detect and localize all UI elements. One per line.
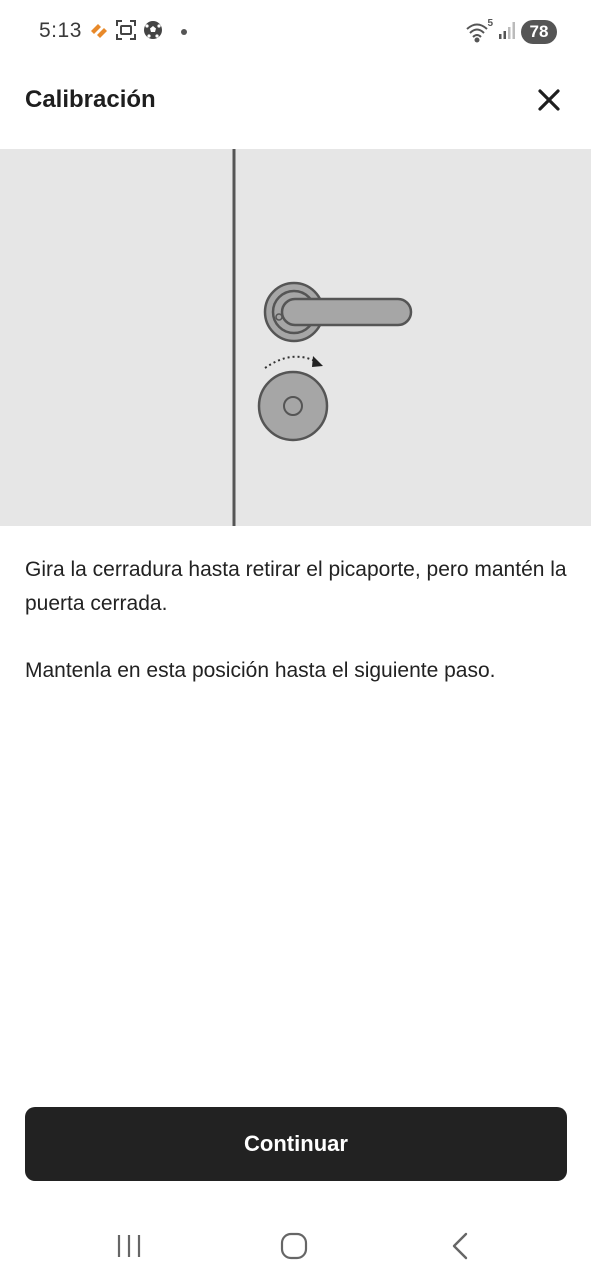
app-header: Calibración [0, 64, 591, 148]
notification-dot [181, 29, 187, 35]
screenshot-icon [115, 19, 137, 46]
status-bar: 5:13 5 78 [0, 0, 591, 64]
door-lock-illustration [0, 149, 591, 526]
instructions: Gira la cerradura hasta retirar el picap… [25, 553, 570, 721]
door-handle [263, 281, 413, 343]
navigation-bar [0, 1210, 591, 1280]
signal-icon [498, 20, 516, 45]
wallet-icon [88, 19, 110, 46]
instruction-paragraph-1: Gira la cerradura hasta retirar el picap… [25, 558, 567, 615]
recents-button[interactable] [109, 1230, 149, 1262]
close-button[interactable] [535, 86, 563, 114]
status-icons-right: 5 78 [465, 18, 557, 45]
soccer-ball-icon [142, 19, 164, 46]
status-time: 5:13 [39, 19, 82, 42]
recents-icon [117, 1235, 141, 1257]
battery-indicator: 78 [521, 20, 557, 44]
wifi-icon: 5 [465, 18, 493, 43]
continue-button[interactable]: Continuar [25, 1107, 567, 1181]
back-icon [452, 1232, 468, 1260]
instruction-paragraph-2: Mantenla en esta posición hasta el sigui… [25, 659, 496, 682]
home-icon [280, 1232, 308, 1260]
back-button[interactable] [440, 1230, 480, 1262]
status-icons-left [88, 19, 187, 46]
close-icon [538, 89, 560, 111]
rotation-arrow-icon [264, 355, 323, 369]
home-button[interactable] [274, 1230, 314, 1262]
network-badge: 5 [487, 18, 493, 29]
page-title: Calibración [25, 86, 156, 113]
lock-knob [257, 370, 329, 442]
